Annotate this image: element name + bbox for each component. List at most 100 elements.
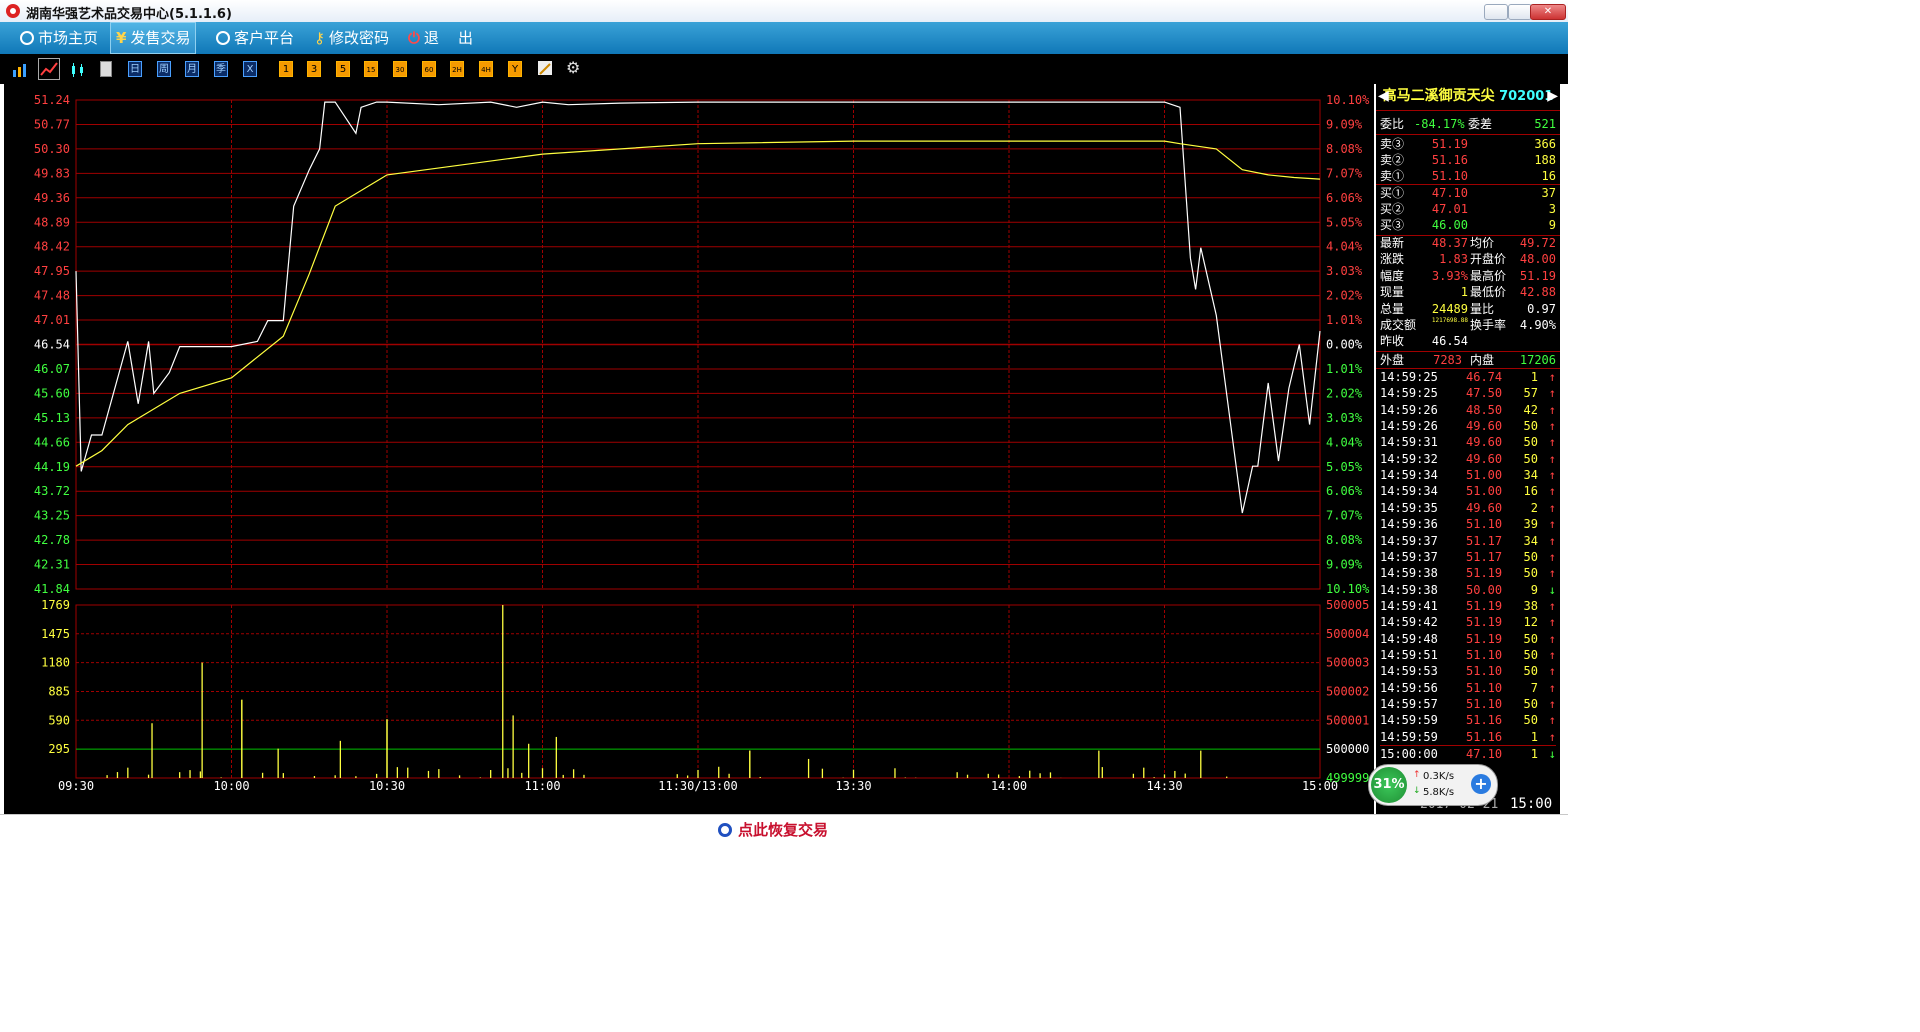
up-arrow-icon: ↑ bbox=[1548, 370, 1556, 384]
weicha-value: 521 bbox=[1534, 117, 1556, 131]
pct-tick-label: 1.01% bbox=[1326, 313, 1363, 327]
menu-market-home[interactable]: 市场主页 bbox=[14, 22, 104, 54]
stat-row: 幅度 3.93% 最高价 51.19 bbox=[1380, 268, 1556, 284]
price-tick-label: 47.01 bbox=[34, 313, 70, 327]
minimize-button[interactable] bbox=[1484, 4, 1508, 20]
volume-tick-label: 1180 bbox=[41, 656, 70, 670]
time-tick-label: 14:30 bbox=[1146, 779, 1182, 793]
settings-gear-icon[interactable]: ⚙ bbox=[566, 58, 580, 77]
minute-period-button-7[interactable]: 4H bbox=[479, 61, 493, 77]
ask-qty: 188 bbox=[1534, 153, 1556, 167]
network-speed-widget[interactable]: 31% ↑ 0.3K/s ↓ 5.8K/s + bbox=[1368, 764, 1498, 806]
weibi-row: 委比 -84.17% 委差 521 bbox=[1380, 116, 1556, 132]
pct-tick-label: 9.09% bbox=[1326, 558, 1363, 572]
stat-row: 总量 24489 量比 0.97 bbox=[1380, 301, 1556, 317]
draw-tool-icon[interactable] bbox=[538, 61, 552, 75]
tick-row: 14:59:53 51.10 50 ↑ bbox=[1380, 663, 1556, 679]
product-code: 702001 bbox=[1499, 89, 1554, 104]
tick-price: 51.10 bbox=[1466, 680, 1503, 695]
period-button-3[interactable]: 季 bbox=[214, 61, 228, 77]
tick-qty: 50 bbox=[1523, 697, 1538, 711]
yen-icon: ¥ bbox=[116, 29, 127, 47]
timeshare-line-icon[interactable] bbox=[38, 58, 60, 80]
volume-tick-label: 1769 bbox=[41, 598, 70, 612]
tick-price: 51.19 bbox=[1466, 631, 1503, 646]
volume-right-tick-label: 500004 bbox=[1326, 627, 1369, 641]
tick-row: 14:59:48 51.19 50 ↑ bbox=[1380, 631, 1556, 647]
menu-change-password[interactable]: ⚷ 修改密码 bbox=[308, 22, 395, 54]
next-product-arrow-icon[interactable]: ▶ bbox=[1547, 86, 1558, 106]
bar-chart-icon[interactable] bbox=[12, 62, 28, 77]
close-button[interactable]: ✕ bbox=[1530, 4, 1566, 20]
period-button-4[interactable]: X bbox=[243, 61, 257, 77]
up-arrow-icon: ↑ bbox=[1548, 500, 1556, 515]
minute-period-button-0[interactable]: 1 bbox=[279, 61, 293, 77]
tick-time: 14:59:53 bbox=[1380, 664, 1438, 679]
tick-qty: 12 bbox=[1523, 615, 1538, 630]
volume-tick-label: 590 bbox=[48, 713, 70, 727]
minute-period-button-1[interactable]: 3 bbox=[307, 61, 321, 77]
tick-qty: 38 bbox=[1523, 598, 1538, 613]
window-title: 湖南华强艺术品交易中心(5.1.1.6) bbox=[26, 7, 232, 22]
minute-period-button-2[interactable]: 5 bbox=[336, 61, 350, 77]
tick-row: 14:59:26 49.60 50 ↑ bbox=[1380, 418, 1556, 434]
prev-product-arrow-icon[interactable]: ◀ bbox=[1378, 86, 1389, 106]
stat-value: 42.88 bbox=[1519, 285, 1556, 300]
period-button-2[interactable]: 月 bbox=[185, 61, 199, 77]
tick-row: 14:59:56 51.10 7 ↑ bbox=[1380, 680, 1556, 696]
minute-period-button-4[interactable]: 30 bbox=[393, 61, 407, 77]
period-button-0[interactable]: 日 bbox=[128, 61, 142, 77]
neipan-label: 内盘 bbox=[1470, 353, 1495, 367]
pct-tick-label: 5.05% bbox=[1326, 215, 1363, 229]
ask-label: 卖③ bbox=[1380, 137, 1405, 151]
pct-tick-label: 8.08% bbox=[1326, 533, 1363, 547]
menu-sale-trading[interactable]: ¥ 发售交易 bbox=[110, 22, 197, 54]
tick-row: 14:59:32 49.60 50 ↑ bbox=[1380, 451, 1556, 467]
pct-tick-label: 0.00% bbox=[1326, 338, 1363, 352]
up-arrow-icon: ↑ bbox=[1548, 517, 1556, 532]
minute-period-button-5[interactable]: 60 bbox=[422, 61, 436, 77]
pct-tick-label: 3.03% bbox=[1326, 411, 1363, 425]
add-icon[interactable]: + bbox=[1471, 774, 1491, 794]
weibi-value: -84.17% bbox=[1414, 117, 1465, 131]
price-tick-label: 49.83 bbox=[34, 166, 70, 180]
minute-period-button-3[interactable]: 15 bbox=[364, 61, 378, 77]
stat-label: 换手率 bbox=[1470, 318, 1507, 332]
waipan-neipan-row: 外盘 7283 内盘 17206 bbox=[1380, 352, 1556, 368]
bid-price: 47.01 bbox=[1431, 202, 1468, 216]
minute-period-button-8[interactable]: Y bbox=[508, 61, 522, 77]
tick-time: 14:59:32 bbox=[1380, 451, 1438, 466]
stat-value: 46.54 bbox=[1431, 334, 1468, 349]
pct-tick-label: 5.05% bbox=[1326, 460, 1363, 474]
up-arrow-icon: ↑ bbox=[1548, 729, 1556, 744]
tick-row: 14:59:37 51.17 50 ↑ bbox=[1380, 549, 1556, 565]
tick-time: 14:59:37 bbox=[1380, 533, 1438, 548]
stat-value: 49.72 bbox=[1519, 236, 1556, 250]
price-tick-label: 47.95 bbox=[34, 264, 70, 278]
menu-label: 客户平台 bbox=[234, 29, 295, 47]
restore-trading-link[interactable]: 点此恢复交易 bbox=[718, 819, 828, 840]
menu-client-platform[interactable]: 客户平台 bbox=[210, 22, 300, 54]
ask-row: 卖② 51.16 188 bbox=[1380, 152, 1556, 168]
tick-qty: 34 bbox=[1523, 533, 1538, 548]
up-arrow-icon: ↑ bbox=[1548, 549, 1556, 564]
minute-period-button-6[interactable]: 2H bbox=[450, 61, 464, 77]
volume-right-tick-label: 500000 bbox=[1326, 742, 1369, 756]
tick-time: 14:59:42 bbox=[1380, 615, 1438, 630]
price-tick-label: 45.60 bbox=[34, 386, 70, 400]
tick-price: 49.60 bbox=[1466, 500, 1503, 515]
tick-price: 48.50 bbox=[1466, 402, 1503, 417]
candlestick-icon[interactable] bbox=[70, 62, 86, 77]
tick-price: 49.60 bbox=[1466, 435, 1503, 450]
maximize-button[interactable] bbox=[1508, 4, 1532, 20]
price-tick-label: 47.48 bbox=[34, 289, 70, 303]
calendar-icon[interactable] bbox=[100, 61, 112, 77]
stat-row: 成交额 1217698.88 换手率 4.90% bbox=[1380, 317, 1556, 333]
tick-row: 14:59:41 51.19 38 ↑ bbox=[1380, 598, 1556, 614]
tick-time: 14:59:34 bbox=[1380, 468, 1438, 483]
tick-price: 47.10 bbox=[1466, 747, 1503, 762]
menu-label: 修改密码 bbox=[329, 29, 390, 47]
tick-row: 14:59:25 46.74 1 ↑ bbox=[1380, 369, 1556, 385]
period-button-1[interactable]: 周 bbox=[157, 61, 171, 77]
menu-logout[interactable]: ⏻ 退 出 bbox=[402, 22, 479, 54]
